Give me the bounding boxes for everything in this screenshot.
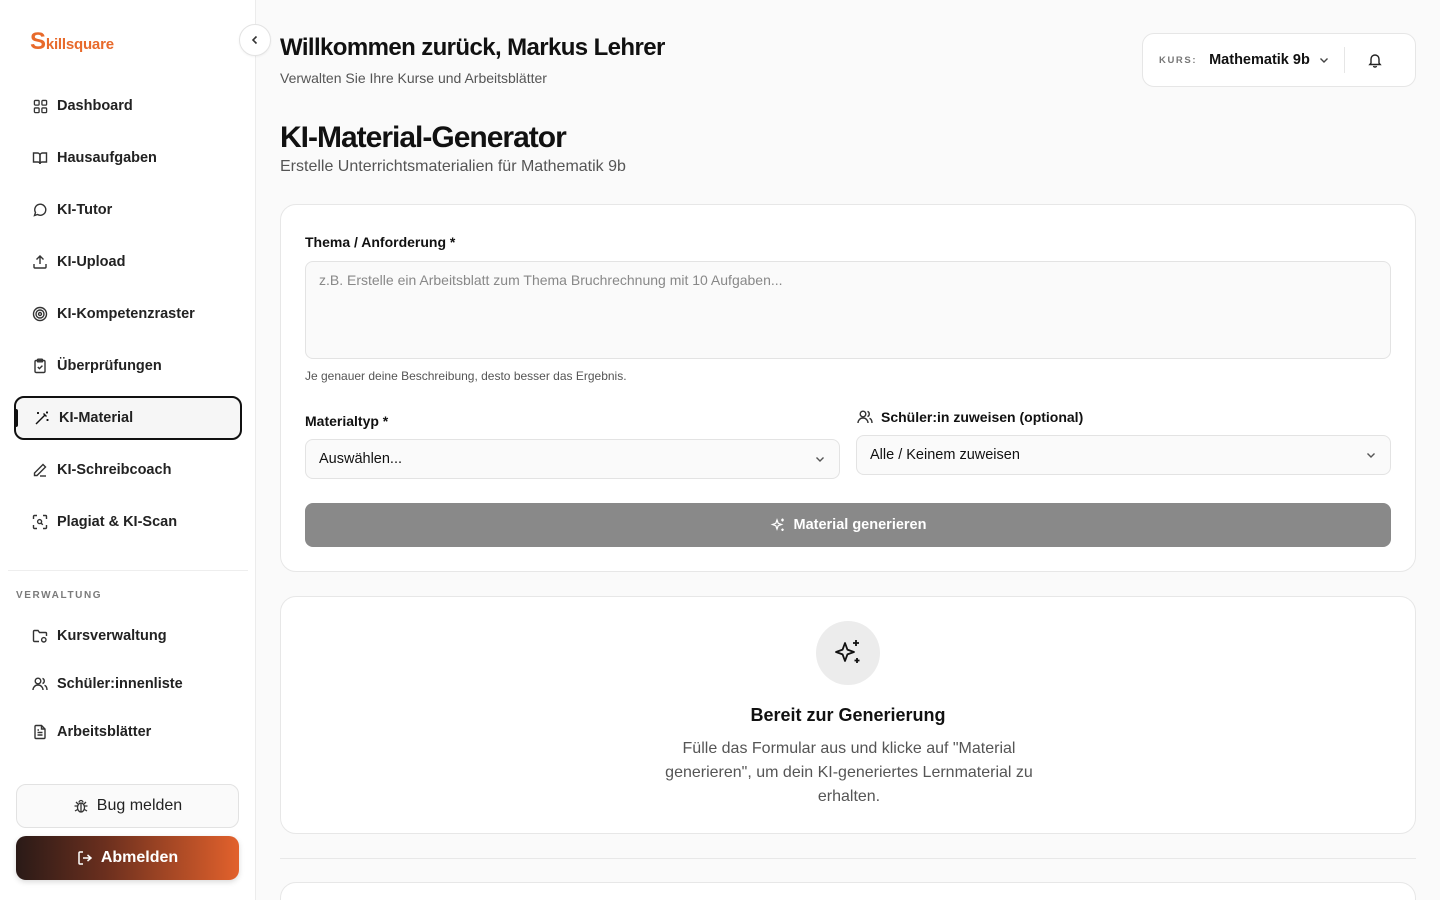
sidebar-item-label: KI-Upload xyxy=(57,254,126,270)
document-icon xyxy=(32,724,48,740)
bug-report-button[interactable]: Bug melden xyxy=(16,784,239,828)
next-section-card xyxy=(280,882,1416,900)
sidebar-item-label: Schüler:innenliste xyxy=(57,676,183,692)
material-type-label: Materialtyp * xyxy=(305,413,389,429)
sidebar-item-label: Plagiat & KI-Scan xyxy=(57,514,178,530)
course-label: KURS: xyxy=(1159,54,1198,66)
logout-label: Abmelden xyxy=(100,849,179,866)
chat-bubble-icon xyxy=(32,202,48,218)
sidebar-item-ki-schreibcoach[interactable]: KI-Schreibcoach xyxy=(14,448,242,492)
logo-initial: S xyxy=(30,28,46,55)
users-icon xyxy=(32,676,48,692)
clipboard-check-icon xyxy=(32,358,48,374)
main-nav: Dashboard Hausaufgaben KI-Tutor KI-Uploa… xyxy=(14,84,242,552)
assign-label: Schüler:in zuweisen (optional) xyxy=(881,409,1084,425)
collapse-sidebar-button[interactable] xyxy=(239,24,271,56)
chevron-left-icon xyxy=(249,34,261,46)
folder-settings-icon xyxy=(32,628,48,644)
logo-text: killsquare xyxy=(45,36,114,53)
assign-student-value: Alle / Keinem zuweisen xyxy=(870,447,1020,463)
sidebar-item-arbeitsblaetter[interactable]: Arbeitsblätter xyxy=(14,710,242,754)
target-icon xyxy=(32,306,48,322)
brand-logo[interactable]: Skillsquare xyxy=(30,28,114,56)
sidebar-item-label: Kursverwaltung xyxy=(57,628,167,644)
course-selector[interactable]: Mathematik 9b xyxy=(1209,52,1310,68)
scan-icon xyxy=(32,514,48,530)
sparkles-icon xyxy=(770,517,786,533)
section-divider xyxy=(280,858,1416,859)
page-subtitle: Erstelle Unterrichtsmaterialien für Math… xyxy=(280,158,626,175)
page-title: KI-Material-Generator xyxy=(280,121,567,154)
sidebar-item-schuelerinnenliste[interactable]: Schüler:innenliste xyxy=(14,662,242,706)
sidebar-item-label: KI-Material xyxy=(59,410,134,426)
admin-nav: Kursverwaltung Schüler:innenliste Arbeit… xyxy=(14,614,242,758)
sidebar-item-label: Arbeitsblätter xyxy=(57,724,152,740)
sidebar-item-plagiat-ki-scan[interactable]: Plagiat & KI-Scan xyxy=(14,500,242,544)
topic-placeholder: z.B. Erstelle ein Arbeitsblatt zum Thema… xyxy=(319,272,783,288)
topic-label: Thema / Anforderung * xyxy=(305,234,456,250)
upload-icon xyxy=(32,254,48,270)
magic-wand-icon xyxy=(34,410,50,426)
bell-icon[interactable] xyxy=(1367,52,1383,68)
assign-label-row: Schüler:in zuweisen (optional) xyxy=(857,409,1083,425)
pen-icon xyxy=(32,462,48,478)
sparkles-icon xyxy=(816,621,880,685)
sidebar-item-kursverwaltung[interactable]: Kursverwaltung xyxy=(14,614,242,658)
sidebar-item-dashboard[interactable]: Dashboard xyxy=(14,84,242,128)
material-type-select[interactable]: Auswählen... xyxy=(305,439,840,479)
sidebar-item-ueberpruefungen[interactable]: Überprüfungen xyxy=(14,344,242,388)
generate-material-button[interactable]: Material generieren xyxy=(305,503,1391,547)
sidebar-item-label: KI-Schreibcoach xyxy=(57,462,172,478)
chevron-down-icon xyxy=(814,453,826,465)
material-type-value: Auswählen... xyxy=(319,451,403,467)
dashboard-grid-icon xyxy=(32,98,48,114)
empty-state-description: Fülle das Formular aus und klicke auf "M… xyxy=(665,740,1033,805)
sidebar-item-ki-upload[interactable]: KI-Upload xyxy=(14,240,242,284)
welcome-subtitle: Verwalten Sie Ihre Kurse und Arbeitsblät… xyxy=(280,70,547,86)
chevron-down-icon[interactable] xyxy=(1318,54,1330,66)
empty-state-card: Bereit zur Generierung Fülle das Formula… xyxy=(280,596,1416,834)
section-label-verwaltung: VERWALTUNG xyxy=(16,590,103,601)
topic-hint: Je genauer deine Beschreibung, desto bes… xyxy=(305,369,627,383)
header-separator xyxy=(1343,47,1345,73)
sidebar-item-hausaufgaben[interactable]: Hausaufgaben xyxy=(14,136,242,180)
assign-student-select[interactable]: Alle / Keinem zuweisen xyxy=(856,435,1391,475)
sidebar-item-ki-tutor[interactable]: KI-Tutor xyxy=(14,188,242,232)
bug-icon xyxy=(73,798,89,814)
chevron-down-icon xyxy=(1365,449,1377,461)
sidebar-item-label: KI-Kompetenzraster xyxy=(57,306,195,322)
course-selector-card: KURS: Mathematik 9b xyxy=(1142,33,1416,87)
users-icon xyxy=(857,409,873,425)
welcome-heading: Willkommen zurück, Markus Lehrer xyxy=(280,34,665,61)
bug-report-label: Bug melden xyxy=(96,797,183,814)
sidebar-item-ki-material[interactable]: KI-Material xyxy=(14,396,242,440)
sidebar-item-ki-kompetenzraster[interactable]: KI-Kompetenzraster xyxy=(14,292,242,336)
empty-state-title: Bereit zur Generierung xyxy=(750,705,946,725)
sidebar-item-label: Hausaufgaben xyxy=(57,150,157,166)
generator-form-card: Thema / Anforderung * z.B. Erstelle ein … xyxy=(280,204,1416,572)
sidebar: Skillsquare Dashboard Hausaufgaben KI-Tu… xyxy=(0,0,256,900)
sidebar-item-label: Dashboard xyxy=(57,98,133,114)
logout-button[interactable]: Abmelden xyxy=(16,836,239,880)
sidebar-item-label: KI-Tutor xyxy=(57,202,113,218)
generate-material-label: Material generieren xyxy=(793,517,927,533)
book-open-icon xyxy=(32,150,48,166)
logout-icon xyxy=(77,850,93,866)
sidebar-divider xyxy=(8,570,248,571)
topic-textarea[interactable]: z.B. Erstelle ein Arbeitsblatt zum Thema… xyxy=(305,261,1391,359)
sidebar-item-label: Überprüfungen xyxy=(57,358,162,374)
